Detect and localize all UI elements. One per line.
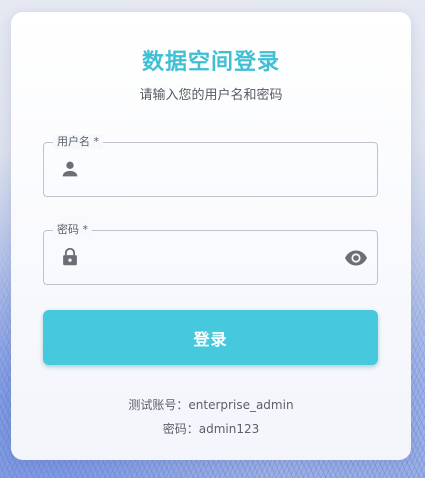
login-button[interactable]: 登录: [43, 310, 378, 365]
username-label: 用户名 *: [53, 135, 103, 149]
test-password-hint: 密码：admin123: [162, 422, 260, 436]
lock-icon: [63, 247, 77, 266]
page-subtitle: 请输入您的用户名和密码: [139, 88, 283, 103]
username-input[interactable]: [94, 155, 332, 185]
eye-icon[interactable]: [344, 246, 368, 270]
test-account-hint: 测试账号：enterprise_admin: [128, 398, 294, 412]
page-title: 数据空间登录: [141, 50, 280, 75]
password-label: 密码 *: [53, 223, 92, 237]
username-field[interactable]: 用户名 *: [43, 135, 378, 197]
login-card: 数据空间登录 请输入您的用户名和密码 用户名 * 密码 * 登录 测试账号：en…: [11, 12, 411, 460]
password-input[interactable]: [94, 243, 332, 273]
person-icon: [62, 161, 78, 177]
password-field[interactable]: 密码 *: [43, 223, 378, 285]
